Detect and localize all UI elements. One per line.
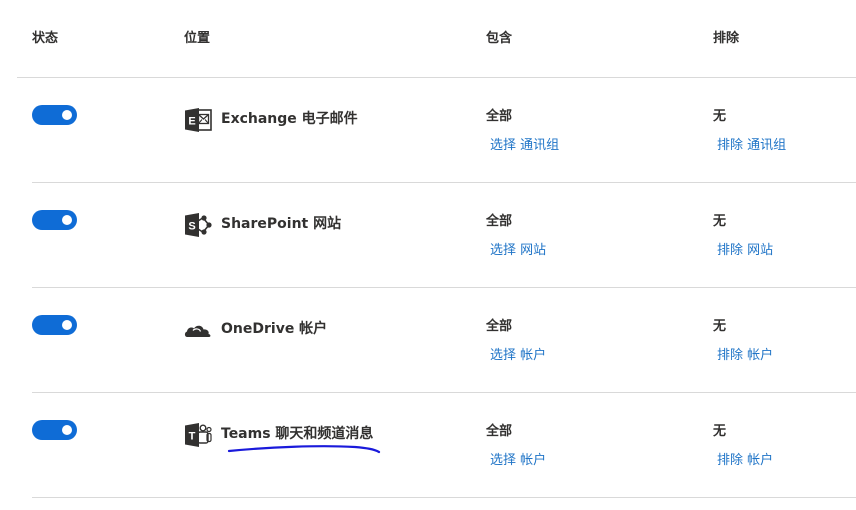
teams-status-toggle[interactable] <box>32 420 77 440</box>
sharepoint-status-toggle[interactable] <box>32 210 77 230</box>
table-row-exchange: E Exchange 电子邮件 全部 选择 通讯组 无 排除 通讯组 <box>0 78 856 183</box>
svg-text:T: T <box>189 431 196 443</box>
row-divider <box>32 497 856 498</box>
table-row-teams: T Teams 聊天和频道消息 全部 选择 帐户 无 排除 帐户 <box>0 393 856 498</box>
exclude-sites-link[interactable]: 排除 网站 <box>717 239 773 258</box>
exchange-icon: E <box>185 108 212 132</box>
include-value: 全部 <box>486 319 513 334</box>
include-value: 全部 <box>486 109 513 124</box>
exclude-value: 无 <box>713 424 727 439</box>
choose-accounts-link[interactable]: 选择 帐户 <box>490 344 546 363</box>
location-label: Exchange 电子邮件 <box>221 111 358 127</box>
exclude-column-header: 排除 <box>713 31 740 46</box>
exclude-groups-link[interactable]: 排除 通讯组 <box>717 134 786 153</box>
table-row-onedrive: OneDrive 帐户 全部 选择 帐户 无 排除 帐户 <box>0 288 856 393</box>
sharepoint-icon: S <box>185 213 212 237</box>
choose-accounts-link[interactable]: 选择 帐户 <box>490 449 546 468</box>
teams-icon: T <box>185 423 212 447</box>
status-column-header: 状态 <box>32 31 59 46</box>
include-column-header: 包含 <box>486 31 513 46</box>
exclude-accounts-link[interactable]: 排除 帐户 <box>717 449 773 468</box>
location-label: OneDrive 帐户 <box>221 321 328 337</box>
include-value: 全部 <box>486 424 513 439</box>
choose-sites-link[interactable]: 选择 网站 <box>490 239 546 258</box>
onedrive-icon <box>184 325 211 337</box>
location-column-header: 位置 <box>184 31 211 46</box>
table-row-sharepoint: S SharePoint 网站 全部 选择 网站 无 排除 网站 <box>0 183 856 288</box>
location-label: SharePoint 网站 <box>221 216 342 232</box>
exclude-value: 无 <box>713 214 727 229</box>
onedrive-status-toggle[interactable] <box>32 315 77 335</box>
exclude-value: 无 <box>713 319 727 334</box>
svg-text:E: E <box>188 116 195 128</box>
exchange-status-toggle[interactable] <box>32 105 77 125</box>
location-label: Teams 聊天和频道消息 <box>221 426 374 442</box>
choose-groups-link[interactable]: 选择 通讯组 <box>490 134 559 153</box>
exclude-value: 无 <box>713 109 727 124</box>
svg-text:S: S <box>188 221 195 233</box>
exclude-accounts-link[interactable]: 排除 帐户 <box>717 344 773 363</box>
include-value: 全部 <box>486 214 513 229</box>
